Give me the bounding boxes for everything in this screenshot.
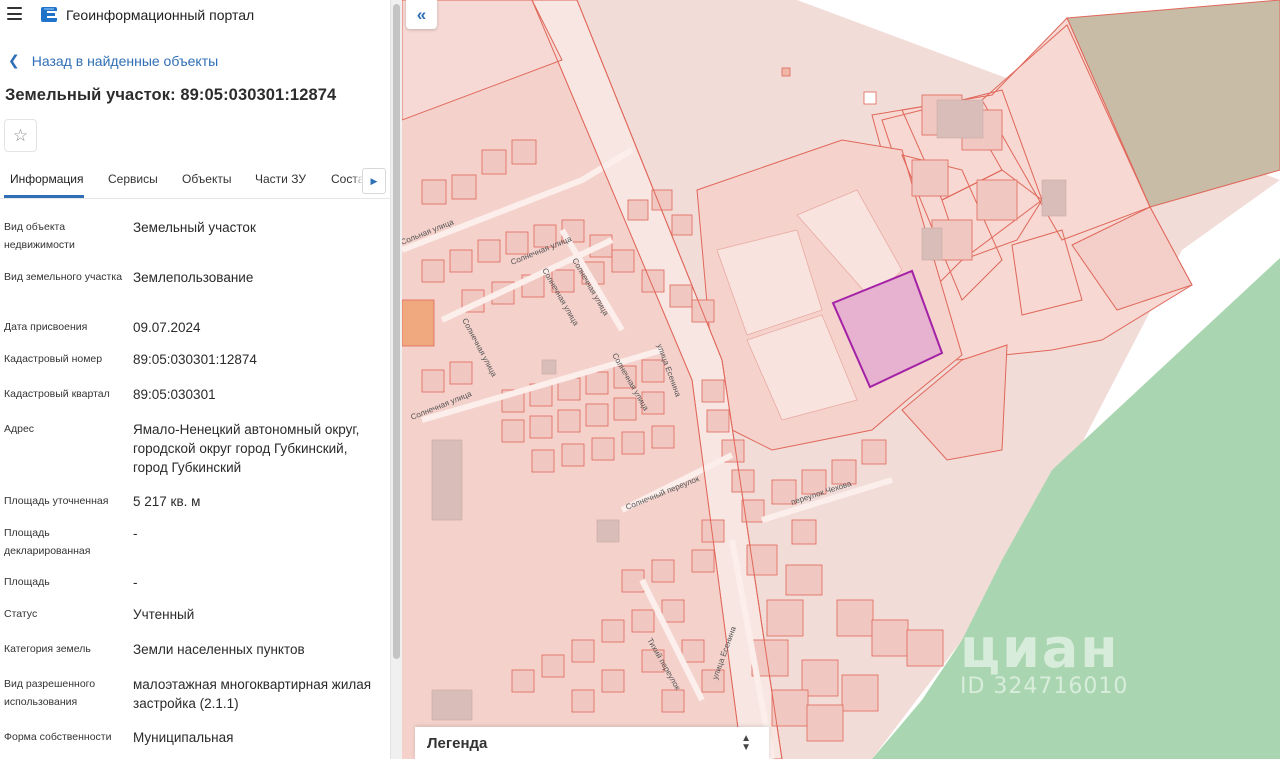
- top-bar: Геоинформационный портал: [0, 0, 390, 30]
- favorite-star-button[interactable]: ☆: [4, 119, 37, 152]
- info-label: Форма собственности: [4, 731, 112, 743]
- active-tab-indicator: [4, 195, 84, 198]
- menu-icon[interactable]: [7, 7, 22, 20]
- map-view[interactable]: Сольная улица Солнечная улица Солнечная …: [402, 0, 1280, 759]
- info-value: 5 217 кв. м: [133, 494, 201, 509]
- info-label: Вид разрешенного использования: [4, 678, 96, 708]
- info-label: Вид объекта недвижимости: [4, 221, 75, 251]
- tab-info[interactable]: Информация: [10, 172, 83, 186]
- info-value: Земельный участок: [133, 220, 256, 235]
- page-title: Земельный участок: 89:05:030301:12874: [5, 86, 337, 104]
- info-value: 89:05:030301:12874: [133, 352, 257, 367]
- info-value: Учтенный: [133, 607, 195, 622]
- expand-collapse-icon[interactable]: ▲ ▼: [741, 734, 751, 753]
- info-label: Адрес: [4, 423, 35, 435]
- info-value: Ямало-Ненецкий автономный округ, городск…: [133, 422, 360, 475]
- info-value: малоэтажная многоквартирная жилая застро…: [133, 677, 372, 711]
- tab-services[interactable]: Сервисы: [108, 172, 158, 186]
- caret-right-icon: ▶: [370, 175, 378, 186]
- info-label: Дата присвоения: [4, 321, 88, 333]
- info-label: Категория земель: [4, 643, 91, 655]
- info-value: 89:05:030301: [133, 387, 216, 402]
- back-to-results-link[interactable]: ❮ Назад в найденные объекты: [8, 52, 218, 69]
- portal-logo-icon: [41, 7, 57, 22]
- watermark-id: ID 324716010: [960, 674, 1129, 699]
- double-chevron-left-icon: «: [416, 4, 427, 24]
- app-title: Геоинформационный портал: [66, 7, 255, 23]
- watermark-brand: циан: [960, 617, 1120, 680]
- info-value: -: [133, 575, 138, 590]
- info-label: Вид земельного участка: [4, 271, 123, 283]
- scrollbar-thumb[interactable]: [393, 4, 400, 659]
- info-value: 09.07.2024: [133, 320, 201, 335]
- map-canvas[interactable]: Сольная улица Солнечная улица Солнечная …: [402, 0, 1280, 759]
- info-panel: Геоинформационный портал ❮ Назад в найде…: [0, 0, 390, 759]
- info-label: Статус: [4, 608, 38, 620]
- tabs-scroll-right-button[interactable]: ▶: [362, 168, 386, 194]
- info-label: Площадь декларированная: [4, 527, 91, 557]
- tab-parcel-parts[interactable]: Части ЗУ: [255, 172, 306, 186]
- info-label: Кадастровый квартал: [4, 388, 110, 400]
- legend-panel[interactable]: Легенда ▲ ▼: [415, 727, 769, 759]
- info-value: Земли населенных пунктов: [133, 642, 305, 657]
- info-value: Муниципальная: [133, 730, 234, 745]
- star-icon: ☆: [12, 125, 29, 145]
- watermark: циан ID 324716010: [960, 617, 1128, 699]
- tab-objects[interactable]: Объекты: [182, 172, 232, 186]
- panel-scrollbar[interactable]: [390, 0, 402, 759]
- info-label: Площадь уточненная: [4, 495, 109, 507]
- info-value: Землепользование: [133, 270, 254, 285]
- back-label: Назад в найденные объекты: [31, 52, 219, 69]
- chevron-left-icon: ❮: [8, 52, 20, 68]
- info-label: Кадастровый номер: [4, 353, 103, 365]
- legend-title: Легенда: [427, 734, 488, 752]
- collapse-panel-button[interactable]: «: [406, 0, 437, 29]
- tab-bar: Информация Сервисы Объекты Части ЗУ Сост…: [0, 163, 390, 199]
- info-label: Площадь: [4, 576, 50, 588]
- info-value: -: [133, 526, 138, 541]
